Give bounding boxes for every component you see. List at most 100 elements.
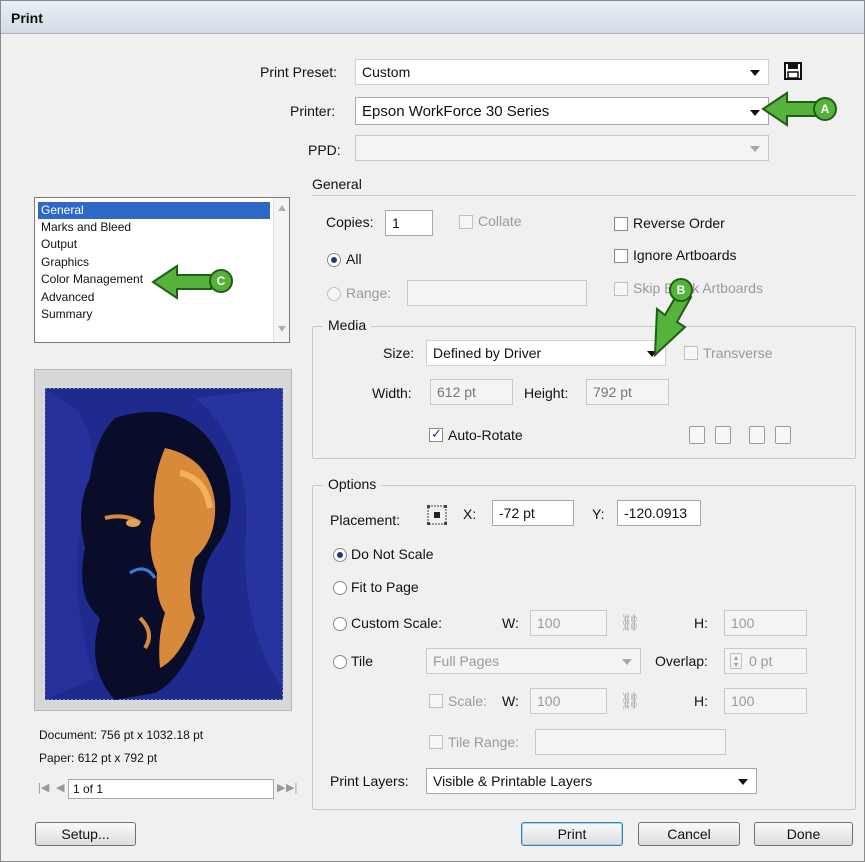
tile-scale-h-input[interactable]: 100 (724, 688, 807, 714)
chevron-down-icon (750, 146, 760, 152)
placement-grid-icon[interactable] (425, 503, 449, 527)
document-size-info: Document: 756 pt x 1032.18 pt (39, 728, 204, 742)
fit-to-page-radio[interactable] (333, 581, 347, 595)
chevron-down-icon (750, 110, 760, 116)
orientation-landscape-icon[interactable] (715, 426, 731, 444)
save-preset-icon[interactable] (784, 62, 802, 80)
size-label: Size: (383, 345, 415, 361)
tile-scale-w-input[interactable]: 100 (530, 688, 607, 714)
previous-page-icon[interactable]: ◀ (56, 781, 64, 794)
tile-range-checkbox[interactable] (429, 735, 443, 749)
options-group-title: Options (323, 476, 382, 492)
first-page-icon[interactable]: |◀ (38, 781, 49, 794)
sidebar-item-output[interactable]: Output (38, 236, 77, 253)
height-label: Height: (524, 385, 569, 401)
height-value: 792 pt (593, 384, 632, 400)
ppd-label: PPD: (308, 142, 341, 158)
page-indicator-value: 1 of 1 (73, 782, 104, 796)
scroll-down-icon[interactable] (278, 326, 286, 332)
print-layers-select[interactable]: Visible & Printable Layers (426, 768, 757, 794)
auto-rotate-checkbox[interactable] (429, 426, 443, 442)
range-input[interactable] (407, 280, 587, 306)
orientation-portrait-flipped-icon[interactable] (749, 426, 765, 444)
page-number-field[interactable]: 1 of 1 (68, 779, 274, 799)
setup-button[interactable]: Setup... (35, 822, 136, 846)
custom-scale-h-value: 100 (731, 615, 755, 631)
title-bar: Print (1, 1, 864, 34)
orientation-portrait-icon[interactable] (689, 426, 705, 444)
collate-checkbox[interactable] (459, 215, 473, 229)
orientation-landscape-flipped-icon[interactable] (775, 426, 791, 444)
placement-x-input[interactable]: -72 pt (492, 500, 574, 526)
sidebar-item-advanced[interactable]: Advanced (38, 289, 94, 306)
tile-range-input[interactable] (535, 729, 726, 755)
tile-scale-w-value: 100 (537, 693, 561, 709)
custom-scale-w-value: 100 (537, 615, 561, 631)
print-button[interactable]: Print (521, 822, 623, 846)
ignore-artboards-label: Ignore Artboards (633, 247, 737, 263)
tile-radio[interactable] (333, 655, 347, 669)
next-page-icon[interactable]: ▶ (277, 781, 285, 794)
custom-scale-w-input[interactable]: 100 (530, 610, 607, 636)
print-preset-value: Custom (362, 64, 411, 80)
placement-x-value: -72 pt (499, 505, 535, 521)
sidebar-item-color-management[interactable]: Color Management (38, 271, 143, 288)
tile-scale-w-label: W: (502, 693, 519, 709)
printer-label: Printer: (290, 103, 336, 119)
ignore-artboards-checkbox[interactable] (614, 249, 628, 263)
print-dialog: Print Print Preset: Custom Printer: Epso… (0, 0, 865, 862)
sidebar-item-marks-and-bleed[interactable]: Marks and Bleed (38, 219, 131, 236)
link-proportions-icon[interactable]: ⛓ (620, 613, 640, 633)
overlap-input[interactable]: ▴ ▾ 0 pt (724, 648, 807, 674)
sidebar-item-graphics[interactable]: Graphics (38, 254, 89, 271)
custom-scale-radio[interactable] (333, 617, 347, 631)
range-radio[interactable] (327, 287, 341, 301)
tile-range-label: Tile Range: (448, 734, 520, 750)
done-button[interactable]: Done (754, 822, 853, 846)
placement-y-input[interactable]: -120.0913 (617, 500, 701, 526)
list-scrollbar[interactable] (273, 198, 289, 342)
scroll-up-icon[interactable] (278, 205, 286, 211)
all-pages-label: All (346, 251, 362, 267)
overlap-stepper-icon[interactable]: ▴ ▾ (730, 653, 742, 669)
print-layers-value: Visible & Printable Layers (433, 773, 593, 789)
general-section-title: General (312, 176, 362, 192)
all-pages-radio[interactable] (327, 253, 341, 267)
reverse-order-checkbox[interactable] (614, 217, 628, 231)
window-title: Print (11, 10, 43, 26)
placement-label: Placement: (330, 512, 401, 528)
skip-blank-artboards-checkbox[interactable] (614, 282, 628, 296)
tile-scale-label: Scale: (448, 693, 487, 709)
transverse-label: Transverse (703, 345, 773, 361)
custom-scale-h-input[interactable]: 100 (724, 610, 807, 636)
collate-label: Collate (478, 213, 522, 229)
tile-scale-checkbox[interactable] (429, 694, 443, 708)
sidebar-item-general[interactable]: General (38, 202, 270, 219)
callout-arrow-a (761, 91, 820, 127)
ppd-select[interactable] (355, 135, 769, 161)
tile-mode-select[interactable]: Full Pages (426, 648, 641, 674)
width-input[interactable]: 612 pt (430, 379, 513, 405)
copies-input[interactable]: 1 (385, 210, 433, 236)
custom-scale-w-label: W: (502, 615, 519, 631)
tile-scale-h-label: H: (694, 693, 708, 709)
cancel-button[interactable]: Cancel (638, 822, 740, 846)
last-page-icon[interactable]: ▶| (286, 781, 297, 794)
width-label: Width: (372, 385, 412, 401)
width-value: 612 pt (437, 384, 476, 400)
tile-label: Tile (351, 653, 374, 669)
callout-arrow-c (151, 264, 212, 300)
do-not-scale-radio[interactable] (333, 548, 347, 562)
height-input[interactable]: 792 pt (586, 379, 669, 405)
size-select[interactable]: Defined by Driver (426, 340, 666, 366)
chevron-down-icon (750, 70, 760, 76)
link-proportions-icon[interactable]: ⛓ (620, 691, 640, 711)
print-preset-label: Print Preset: (260, 64, 338, 80)
overlap-label: Overlap: (655, 653, 708, 669)
custom-scale-label: Custom Scale: (351, 615, 443, 631)
sidebar-item-summary[interactable]: Summary (38, 306, 92, 323)
printer-select[interactable]: Epson WorkForce 30 Series (355, 97, 769, 125)
chevron-down-icon (622, 659, 632, 665)
print-preset-select[interactable]: Custom (355, 59, 769, 85)
callout-badge-a: A (813, 97, 837, 121)
